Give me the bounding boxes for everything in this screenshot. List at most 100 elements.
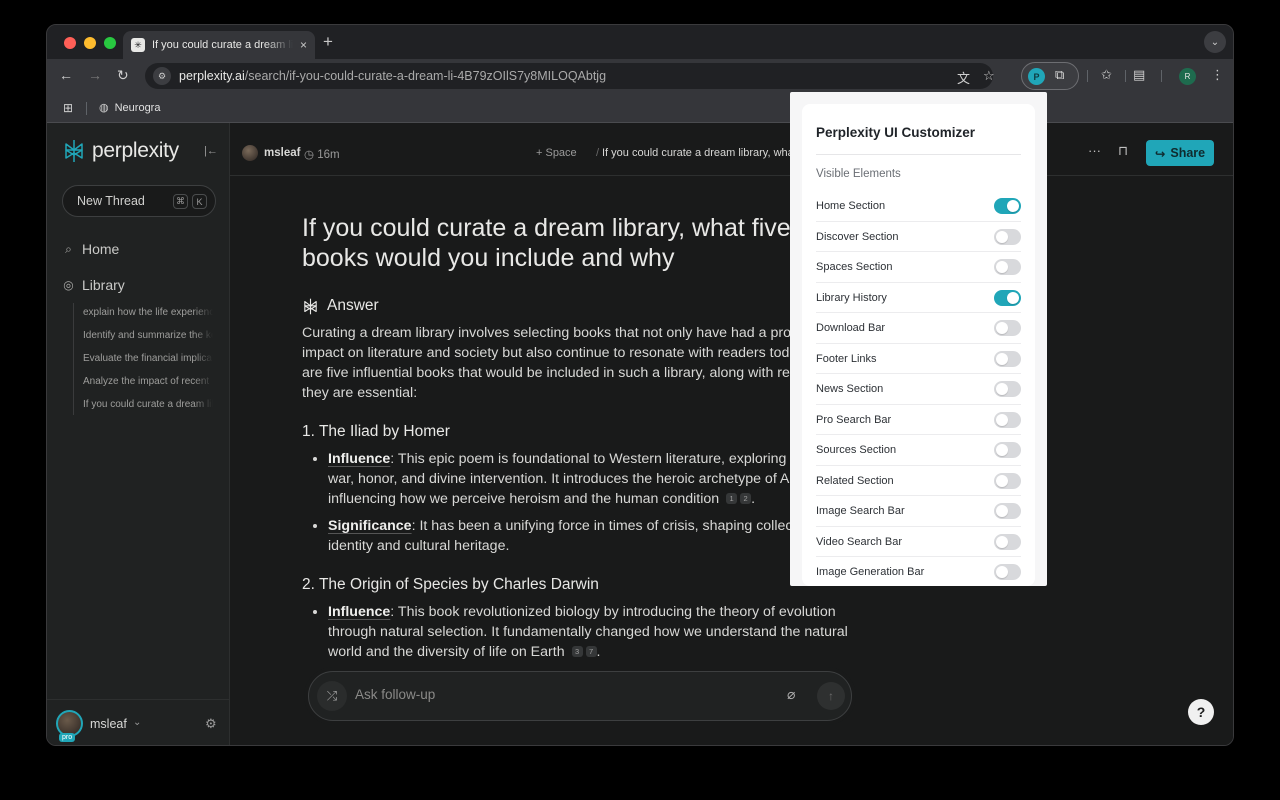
reload-icon[interactable]: ↻ [117,67,129,84]
thread-header: msleaf ◷ 16m + Space / If you could cura… [230,123,1233,176]
page: perplexity |← New Thread ⌘ K ⌕ Home ◎ Li… [47,123,1233,745]
close-window-button[interactable] [64,37,76,49]
toggle-row: Image Generation Bar [816,557,1021,586]
tab-strip: ✳ If you could curate a dream lib × + ⌄ [47,25,1233,59]
perplexity-favicon-icon: ✳ [131,38,145,52]
section-heading: 1. The Iliad by Homer [302,423,450,440]
profile-avatar[interactable]: R [1179,68,1196,85]
extensions-pill: P ⧉ [1021,62,1079,90]
site-settings-icon[interactable]: ⚙ [153,67,171,85]
list-item: Influence: This epic poem is foundationa… [328,449,862,509]
browser-tab[interactable]: ✳ If you could curate a dream lib × [123,31,315,59]
minimize-window-button[interactable] [84,37,96,49]
toggle-row: Pro Search Bar [816,405,1021,435]
ui-customizer-card: Perplexity UI Customizer Visible Element… [802,104,1035,586]
chevron-down-icon: ⌄ [1210,36,1220,48]
toggle-switch[interactable] [994,564,1021,580]
thread-view: msleaf ◷ 16m + Space / If you could cura… [229,123,1233,745]
list-item-text: : This epic poem is foundational to West… [328,451,853,507]
toggle-label: Video Search Bar [816,535,903,548]
star-icon[interactable]: ☆ [983,68,995,84]
gear-icon[interactable]: ⚙ [205,716,217,732]
bookmarks-star-icon[interactable]: ✩ [1101,67,1112,83]
chevron-down-icon[interactable]: ⌄ [133,717,141,728]
toggle-row: Library History [816,283,1021,313]
help-button[interactable]: ? [1188,699,1214,725]
reading-list-icon[interactable]: ▤ [1133,67,1145,83]
toggle-switch[interactable] [994,259,1021,275]
collapse-sidebar-icon[interactable]: |← [204,145,218,157]
toggle-switch[interactable] [994,320,1021,336]
sidebar-item-home[interactable]: ⌕ Home [62,241,119,257]
popup-divider [816,154,1021,155]
toggle-switch[interactable] [994,503,1021,519]
add-to-space-button[interactable]: + Space [536,147,577,159]
address-bar[interactable]: ⚙ perplexity.ai/search/if-you-could-cura… [145,63,995,89]
globe-icon: ◍ [99,102,109,114]
clock-icon: ◷ [304,149,318,161]
toggle-switch[interactable] [994,381,1021,397]
citation-badge[interactable]: 7 [585,646,597,657]
author-name: msleaf [264,147,301,159]
forward-arrow-icon[interactable]: → [88,67,102,83]
paperclip-icon[interactable]: ⌀ [787,686,795,703]
share-button[interactable]: ↪ Share [1146,140,1214,166]
history-item[interactable]: Identify and summarize the key [83,328,213,351]
toggle-label: Pro Search Bar [816,413,892,426]
sidebar-item-label: Library [82,277,125,293]
toggle-switch[interactable] [994,198,1021,214]
puzzle-icon[interactable]: ⧉ [1055,67,1064,83]
citation-badge[interactable]: 2 [740,493,752,504]
bookmarks-divider [86,102,87,115]
perplexity-extension-icon[interactable]: P [1028,68,1045,85]
toggle-switch[interactable] [994,442,1021,458]
section-heading: 2. The Origin of Species by Charles Darw… [302,576,599,593]
toggle-switch[interactable] [994,350,1021,367]
toggle-switch[interactable] [994,228,1021,245]
bookmark-item[interactable]: ◍ Neurogra [99,101,160,115]
toolbar-divider [1087,70,1088,82]
share-icon: ↪ [1154,146,1166,161]
history-item[interactable]: If you could curate a dream library [83,397,213,420]
shuffle-icon[interactable]: ⤮ [317,681,347,711]
citation-badge[interactable]: 3 [571,646,583,657]
toggle-switch[interactable] [994,411,1021,428]
browser-window: ✳ If you could curate a dream lib × + ⌄ … [46,24,1234,746]
more-options-icon[interactable]: ··· [1088,143,1101,158]
answer-heading: Answer [302,297,862,315]
author-avatar [242,145,258,161]
tab-search-button[interactable]: ⌄ [1204,31,1226,53]
apps-grid-icon[interactable]: ⊞ [63,101,73,115]
kebab-menu-icon[interactable]: ⋮ [1211,67,1224,83]
maximize-window-button[interactable] [104,37,116,49]
citation-badge[interactable]: 1 [726,493,738,504]
toggle-row: Sources Section [816,435,1021,466]
sidebar-item-library[interactable]: ◎ Library [62,277,125,293]
share-label: Share [1170,146,1206,160]
new-tab-button[interactable]: + [323,32,333,52]
history-divider-line [73,303,74,415]
toggle-label: Spaces Section [816,261,893,273]
toggle-switch[interactable] [994,533,1021,550]
perplexity-logo[interactable]: perplexity [62,139,179,163]
url-text[interactable]: perplexity.ai/search/if-you-could-curate… [179,69,606,83]
tab-close-icon[interactable]: × [300,38,307,52]
history-item[interactable]: Evaluate the financial implications [83,351,213,374]
send-arrow-icon[interactable]: ↑ [817,682,845,710]
new-thread-label: New Thread [77,194,145,208]
history-item[interactable]: Analyze the impact of recent [83,374,213,397]
toolbar-divider [1125,70,1126,82]
history-item[interactable]: explain how the life experiences [83,305,213,328]
toggle-switch[interactable] [994,289,1021,306]
popup-subtitle: Visible Elements [816,168,901,180]
ask-follow-up-input[interactable]: Ask follow-up [355,687,435,702]
toggle-row: Footer Links [816,344,1021,374]
perplexity-logo-icon [65,140,83,162]
new-thread-button[interactable]: New Thread ⌘ K [62,185,216,217]
back-arrow-icon[interactable]: ← [59,67,73,83]
user-name[interactable]: msleaf [90,717,127,731]
bookmark-icon[interactable]: ⊓ [1118,143,1128,159]
translate-icon[interactable]: 文 [957,68,970,87]
kbd-k: K [192,194,207,209]
toggle-switch[interactable] [994,472,1021,489]
